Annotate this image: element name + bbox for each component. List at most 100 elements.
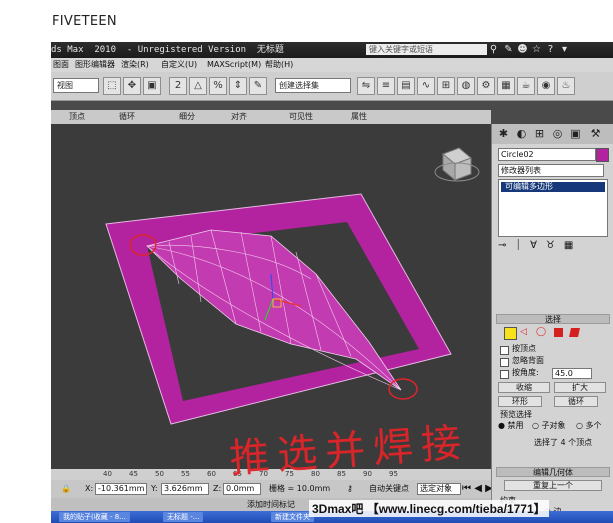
z-coordinate-field[interactable]: 0.0mm	[223, 483, 261, 495]
by-vertex-label: 按顶点	[512, 344, 536, 353]
go-to-start-icon[interactable]: ⏮	[462, 483, 471, 494]
viewcube-icon[interactable]	[434, 147, 480, 182]
shrink-button[interactable]: 收缩	[498, 382, 550, 393]
border-mode-icon[interactable]: ◯	[536, 327, 546, 337]
ring-button[interactable]: 环形	[498, 396, 542, 407]
menu-customize[interactable]: 自定义(U)	[161, 58, 197, 72]
lock-icon[interactable]: 🔒	[61, 480, 71, 498]
show-end-result-icon[interactable]: ⏐	[515, 240, 530, 251]
curve-editor-icon[interactable]: ∿	[417, 77, 435, 95]
graphite-ribbon: 顶点 循环 细分 对齐 可见性 属性	[51, 110, 491, 125]
previous-frame-icon[interactable]: ◀	[474, 483, 482, 494]
title-bar: ds Max 2010 - Unregistered Version 无标题 键…	[51, 42, 613, 58]
command-panel-tabs: ✱ ◐ ⊞ ◎ ▣ ⚒	[492, 124, 613, 144]
angle-snap-icon[interactable]: △	[189, 77, 207, 95]
radio-disabled[interactable]: ● 禁用	[498, 421, 524, 431]
percent-snap-icon[interactable]: %	[209, 77, 227, 95]
grow-button[interactable]: 扩大	[554, 382, 606, 393]
render-frame-icon[interactable]: ▦	[497, 77, 515, 95]
taskbar-item[interactable]: 我的贴子(收藏 - 8...	[59, 512, 130, 522]
ribbon-tab-loop[interactable]: 循环	[119, 110, 135, 124]
selection-rollout-header[interactable]: 选择	[496, 314, 610, 324]
display-tab-icon[interactable]: ▣	[568, 126, 583, 141]
edit-geometry-rollout-header[interactable]: 编辑几何体	[496, 467, 610, 477]
ruler-tick: 60	[207, 470, 216, 478]
reference-coordinate-dropdown[interactable]: 视图	[53, 78, 99, 93]
motion-tab-icon[interactable]: ◎	[550, 126, 565, 141]
polygon-mode-icon[interactable]	[554, 328, 563, 337]
minimize-icon[interactable]: ▾	[559, 43, 570, 56]
auto-key-button[interactable]: 自动关键点	[369, 480, 409, 498]
user-icon[interactable]: ☻	[517, 43, 528, 56]
y-coordinate-field[interactable]: 3.626mm	[161, 483, 209, 495]
ribbon-tab-visibility[interactable]: 可见性	[289, 110, 313, 124]
modifier-list-dropdown[interactable]: 修改器列表	[498, 164, 604, 177]
schematic-icon[interactable]: ⊞	[437, 77, 455, 95]
edge-mode-icon[interactable]: ◁	[520, 327, 527, 337]
star-icon[interactable]: ☆	[531, 43, 542, 56]
x-coordinate-field[interactable]: -10.361mm	[95, 483, 147, 495]
create-tab-icon[interactable]: ✱	[496, 126, 511, 141]
pin-stack-icon[interactable]: ⊸	[498, 240, 515, 251]
menu-help[interactable]: 帮助(H)	[265, 58, 293, 72]
object-color-swatch[interactable]	[596, 148, 609, 162]
spinner-snap-icon[interactable]: ⇕	[229, 77, 247, 95]
hierarchy-tab-icon[interactable]: ⊞	[532, 126, 547, 141]
teapot-icon[interactable]: ♨	[557, 77, 575, 95]
element-mode-icon[interactable]	[569, 328, 580, 337]
named-selection-set-dropdown[interactable]: 创建选择集	[275, 78, 351, 93]
add-time-tag-button[interactable]: 添加时间标记	[247, 498, 295, 511]
material-editor-icon[interactable]: ◍	[457, 77, 475, 95]
menu-graph-editors[interactable]: 图形编辑器	[75, 58, 115, 72]
preview-selection-label: 预览选择	[500, 410, 532, 419]
repeat-last-button[interactable]: 重复上一个	[504, 480, 602, 491]
make-unique-icon[interactable]: ∀	[530, 240, 546, 251]
move-icon[interactable]: ✥	[123, 77, 141, 95]
edit-named-selection-icon[interactable]: ✎	[249, 77, 267, 95]
help-icon[interactable]: ?	[545, 43, 556, 56]
layer-icon[interactable]: ▤	[397, 77, 415, 95]
object-name-field[interactable]: Circle02	[498, 148, 596, 161]
taskbar-item[interactable]: 无标题 -...	[163, 512, 204, 522]
ribbon-tab-subdivide[interactable]: 细分	[179, 110, 195, 124]
align-icon[interactable]: ≡	[377, 77, 395, 95]
set-key-filter-dropdown[interactable]: 选定对象	[417, 483, 461, 495]
command-panel: ✱ ◐ ⊞ ◎ ▣ ⚒ Circle02 修改器列表 可编辑多边形 ⊸⏐∀♉▦ …	[491, 124, 613, 523]
modify-tab-icon[interactable]: ◐	[514, 126, 529, 141]
menu-views[interactable]: 图面	[53, 58, 69, 72]
snap-icon[interactable]: 2	[169, 77, 187, 95]
forum-watermark: 3Dmax吧 【www.linecg.com/tieba/1771】	[309, 500, 549, 517]
ignore-backfacing-checkbox[interactable]	[500, 358, 509, 367]
taskbar-item[interactable]: 新建文件夹	[271, 512, 314, 522]
utilities-tab-icon[interactable]: ⚒	[588, 126, 603, 141]
radio-multi[interactable]: ○ 多个	[576, 421, 602, 431]
angle-value-field[interactable]: 45.0	[552, 368, 592, 379]
pivot-icon[interactable]: ▣	[143, 77, 161, 95]
main-toolbar: 视图 ⬚ ✥ ▣ 2 △ % ⇕ ✎ 创建选择集 ⇋ ≡ ▤ ∿ ⊞ ◍ ⚙ ▦…	[51, 72, 613, 101]
render-icon[interactable]: ☕	[517, 77, 535, 95]
ribbon-tab-align[interactable]: 对齐	[231, 110, 247, 124]
key-icon[interactable]: ⚷	[347, 480, 353, 498]
help-search-input[interactable]: 键入关键字或短语	[366, 44, 487, 55]
by-vertex-checkbox[interactable]	[500, 346, 509, 355]
selected-vertex-marker	[388, 378, 418, 400]
render-setup-icon[interactable]: ⚙	[477, 77, 495, 95]
radio-subobject[interactable]: ○ 子对象	[532, 421, 566, 431]
tools-icon[interactable]: ✎	[503, 43, 514, 56]
menu-rendering[interactable]: 渲染(R)	[121, 58, 149, 72]
mirror-icon[interactable]: ⇋	[357, 77, 375, 95]
binoculars-icon[interactable]: ⚲	[488, 43, 499, 56]
loop-button[interactable]: 循环	[554, 396, 598, 407]
quick-render-icon[interactable]: ◉	[537, 77, 555, 95]
max-screenshot: ds Max 2010 - Unregistered Version 无标题 键…	[51, 42, 613, 523]
by-angle-checkbox[interactable]	[500, 370, 509, 379]
vertex-mode-icon[interactable]	[504, 327, 517, 340]
ribbon-tab-properties[interactable]: 属性	[351, 110, 367, 124]
grid-size-text: 栅格 = 10.0mm	[269, 484, 331, 493]
remove-modifier-icon[interactable]: ♉	[546, 240, 564, 251]
ribbon-tab-vertex[interactable]: 顶点	[69, 110, 85, 124]
configure-sets-icon[interactable]: ▦	[564, 240, 582, 251]
select-icon[interactable]: ⬚	[103, 77, 121, 95]
menu-maxscript[interactable]: MAXScript(M)	[207, 58, 261, 72]
stack-item-editable-poly[interactable]: 可编辑多边形	[501, 182, 605, 192]
